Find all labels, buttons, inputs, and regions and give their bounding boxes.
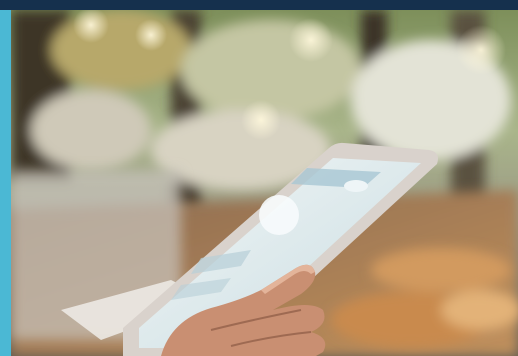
screen-badge bbox=[344, 180, 368, 192]
top-bar bbox=[0, 0, 518, 10]
screen-chart-circle bbox=[259, 195, 299, 235]
left-accent-stripe bbox=[0, 10, 11, 356]
photo-hand-holding-tablet bbox=[11, 10, 518, 356]
